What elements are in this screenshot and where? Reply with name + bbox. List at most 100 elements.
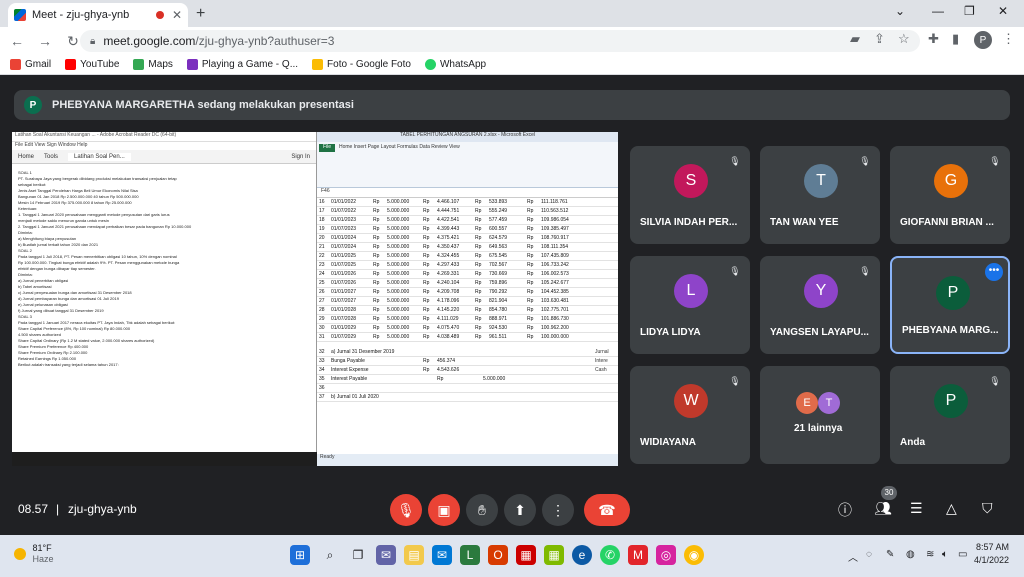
extensions-icon[interactable]: ✚ [928, 31, 939, 47]
system-clock[interactable]: 8:57 AM 4/1/2022 [974, 541, 1009, 567]
excel-cell: 24 [319, 271, 325, 277]
tile-more-options-icon[interactable]: ••• [985, 263, 1003, 281]
bookmark-whatsapp[interactable]: WhatsApp [424, 59, 486, 70]
participant-avatar: Y [804, 274, 838, 308]
minimize-icon[interactable]: — [932, 4, 944, 18]
tray-location-icon[interactable]: ◍ [906, 549, 915, 560]
excel-side-label: Intere [595, 358, 608, 364]
participant-tile[interactable]: Y 🎙︎ YANGSEN LAYAPU... [760, 256, 880, 354]
mic-off-button[interactable]: 🎙︎ [390, 494, 422, 526]
more-options-button[interactable]: ⋮ [542, 494, 574, 526]
participant-tile[interactable]: L 🎙︎ LIDYA LIDYA [630, 256, 750, 354]
file-explorer-icon[interactable]: ▤ [404, 545, 424, 565]
chat-icon[interactable]: ☰ [910, 500, 923, 517]
excel-cell: 624.579 [489, 235, 508, 241]
restore-icon[interactable]: ❐ [964, 4, 975, 18]
participant-tile[interactable]: T 🎙︎ TAN WAN YEE [760, 146, 880, 244]
presentation-banner: P PHEBYANA MARGARETHA sedang melakukan p… [14, 90, 1010, 120]
search-icon[interactable]: ⌕ [320, 545, 340, 565]
excel-row: 17 01/07/2022 Rp 5.000.000 Rp 4.444.751 Rp 555.… [317, 207, 618, 216]
camera-off-button[interactable]: ▣ [428, 494, 460, 526]
task-view-icon[interactable]: ❐ [348, 545, 368, 565]
presenter-avatar: P [24, 96, 42, 114]
participant-tile[interactable]: G 🎙︎ GIOFANNI BRIAN ... [890, 146, 1010, 244]
browser-tab-meet[interactable]: Meet - zju-ghya-ynb ✕ [8, 3, 188, 27]
participant-tile[interactable]: E T 21 lainnya [760, 366, 880, 464]
weather-widget[interactable]: 81°F Haze [14, 543, 54, 565]
chrome-taskbar-icon[interactable]: ◉ [684, 545, 704, 565]
excel-cell: 961.511 [489, 334, 507, 340]
pdf-tab-document: Latihan Soal Pen... [68, 152, 131, 161]
profile-avatar[interactable]: P [974, 31, 992, 49]
forward-icon[interactable]: → [34, 33, 56, 49]
participant-name: LIDYA LIDYA [640, 327, 701, 338]
office-icon[interactable]: O [488, 545, 508, 565]
bookmark-google-photos[interactable]: Foto - Google Foto [312, 59, 411, 70]
excel-cell: Rp [527, 316, 534, 322]
app-icon[interactable]: ▦ [516, 545, 536, 565]
tray-pen-icon[interactable]: ✎ [886, 549, 894, 560]
shared-screen[interactable]: Latihan Soal Akuntansi Keuangan ... - Ad… [12, 132, 618, 466]
meeting-details-icon[interactable]: ⓘ [838, 500, 852, 520]
bookmark-gmail[interactable]: Gmail [10, 59, 51, 70]
raise-hand-button[interactable]: ✋︎ [466, 494, 498, 526]
pdf-document-body: SOAL 1 PT. Surabaya Jaya yang bergerak di… [12, 166, 317, 452]
excel-cell: Rp [373, 235, 380, 241]
wifi-icon[interactable]: ≋ [926, 549, 934, 560]
tray-app-icon[interactable]: ◌ [866, 549, 872, 560]
excel-cell: 34 [319, 367, 325, 373]
excel-cell: Rp [475, 262, 482, 268]
address-bar[interactable]: 🔒︎ meet.google.com/zju-ghya-ynb?authuser… [80, 30, 920, 52]
instagram-icon[interactable]: ◎ [656, 545, 676, 565]
excel-cell: Rp [475, 289, 482, 295]
bookmark-maps[interactable]: Maps [133, 59, 173, 70]
mail-icon[interactable]: ✉ [432, 545, 452, 565]
bookmark-youtube[interactable]: YouTube [65, 59, 119, 70]
share-icon[interactable]: ⇪ [874, 31, 885, 47]
teams-chat-icon[interactable]: ✉ [376, 545, 396, 565]
meet-favicon-icon [14, 9, 26, 21]
side-panel-icon[interactable]: ▮ [952, 31, 959, 47]
excel-cell: Rp [475, 334, 482, 340]
mcafee-icon[interactable]: M [628, 545, 648, 565]
excel-cell: 790.292 [489, 289, 508, 295]
excel-cell: 01/07/2022 [331, 208, 357, 214]
participant-tile[interactable]: P ••• PHEBYANA MARG... [890, 256, 1010, 354]
present-now-button[interactable]: ⬆ [504, 494, 536, 526]
start-icon[interactable]: ⊞ [290, 545, 310, 565]
whatsapp-taskbar-icon[interactable]: ✆ [600, 545, 620, 565]
pdf-tab-home: Home [18, 153, 35, 160]
battery-icon[interactable]: ▭ [958, 549, 967, 560]
leave-call-button[interactable]: ☎︎ [584, 494, 630, 526]
excel-cell: 107.435.809 [541, 253, 569, 259]
excel-ribbon: File Home Insert Page Layout Formulas Da… [317, 142, 618, 188]
edge-icon[interactable]: e [572, 545, 592, 565]
camera-in-use-icon[interactable]: ▰ [850, 31, 860, 47]
participant-tile[interactable]: W 🎙︎ WIDIAYANA [630, 366, 750, 464]
volume-icon[interactable]: 🔈︎ [942, 549, 948, 560]
new-tab-button[interactable]: + [196, 5, 205, 23]
participant-tile[interactable]: S 🎙︎ SILVIA INDAH PER... [630, 146, 750, 244]
activities-icon[interactable]: △ [946, 500, 957, 517]
back-icon[interactable]: ← [6, 33, 28, 49]
participant-name: TAN WAN YEE [770, 217, 839, 228]
excel-taskbar-icon[interactable]: L [460, 545, 480, 565]
browser-menu-icon[interactable]: ⋮ [1002, 31, 1015, 47]
participant-tile[interactable]: P 🎙︎ Anda [890, 366, 1010, 464]
bookmark-star-icon[interactable]: ☆ [898, 31, 910, 47]
host-controls-icon[interactable]: ⛉ [982, 500, 993, 517]
pdf-window-title: Latihan Soal Akuntansi Keuangan ... - Ad… [12, 132, 316, 142]
tab-search-icon[interactable]: ⌄ [895, 4, 905, 18]
participant-name: YANGSEN LAYAPU... [770, 327, 869, 338]
excel-cell: 5.000.000 [387, 325, 410, 331]
people-icon[interactable]: 👥︎ [874, 500, 892, 517]
photos-icon[interactable]: ▦ [544, 545, 564, 565]
participant-name: 21 lainnya [794, 423, 843, 434]
excel-cell: 5.000.000 [387, 298, 410, 304]
tray-chevron-icon[interactable]: ︿ [848, 549, 858, 564]
close-window-icon[interactable]: ✕ [998, 4, 1008, 18]
bookmark-label: Playing a Game - Q... [201, 59, 299, 70]
close-tab-icon[interactable]: ✕ [172, 8, 182, 22]
excel-cell: 01/07/2023 [331, 226, 357, 232]
bookmark-quizizz[interactable]: Playing a Game - Q... [186, 59, 299, 70]
